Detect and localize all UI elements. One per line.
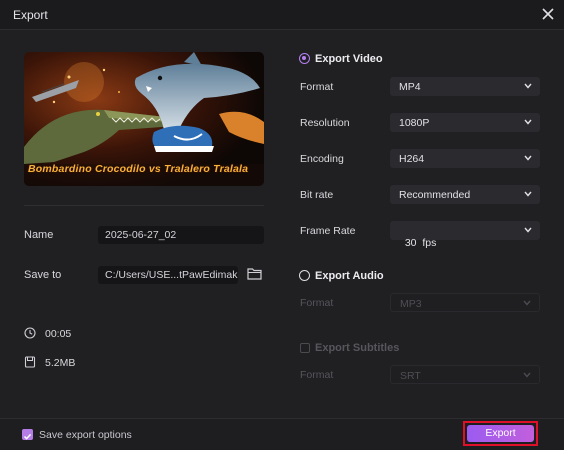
name-input[interactable]: 2025-06-27_02: [98, 226, 264, 244]
encoding-label: Encoding: [300, 153, 344, 165]
chevron-down-icon: [524, 227, 532, 233]
frame-rate-select[interactable]: 30 fps: [390, 221, 540, 249]
frame-rate-label: Frame Rate: [300, 225, 356, 237]
audio-format-value: MP3: [400, 298, 422, 310]
left-divider: [24, 205, 264, 206]
frame-rate-value: 30 fps: [404, 237, 437, 249]
export-video-heading: Export Video: [315, 53, 383, 65]
title-bar: Export: [0, 0, 564, 30]
export-subtitles-heading: Export Subtitles: [315, 342, 400, 354]
export-subtitles-checkbox[interactable]: [300, 343, 310, 353]
chevron-down-icon: [524, 119, 532, 125]
video-preview: Bombardino Crocodilo vs Tralalero Tralal…: [24, 52, 264, 186]
format-select[interactable]: MP4: [390, 77, 540, 96]
file-size-text: 5.2MB: [45, 357, 76, 369]
save-to-label: Save to: [24, 269, 62, 281]
bitrate-label: Bit rate: [300, 189, 334, 201]
file-size-icon: [24, 356, 36, 368]
chevron-down-icon: [524, 155, 532, 161]
subtitles-format-value: SRT: [400, 370, 421, 382]
audio-format-select: MP3: [390, 293, 540, 312]
chevron-down-icon: [524, 191, 532, 197]
chevron-down-icon: [523, 300, 531, 306]
export-button[interactable]: Export: [467, 425, 534, 442]
resolution-value: 1080P: [399, 117, 430, 129]
chevron-down-icon: [524, 83, 532, 89]
subtitles-format-label: Format: [300, 369, 334, 381]
encoding-select[interactable]: H264: [390, 149, 540, 168]
export-audio-heading: Export Audio: [315, 270, 384, 282]
preview-caption: Bombardino Crocodilo vs Tralalero Tralal…: [28, 163, 249, 175]
chevron-down-icon: [523, 372, 531, 378]
name-label: Name: [24, 229, 54, 241]
duration-text: 00:05: [45, 328, 72, 340]
encoding-value: H264: [399, 153, 425, 165]
clock-icon: [24, 327, 36, 339]
save-options-checkbox[interactable]: [22, 429, 33, 440]
folder-icon[interactable]: [247, 267, 262, 280]
save-path-input[interactable]: C:/Users/USE...tPawEdimakor: [98, 266, 238, 284]
resolution-label: Resolution: [300, 117, 350, 129]
dialog-title: Export: [13, 8, 48, 22]
audio-format-label: Format: [300, 297, 334, 309]
subtitles-format-select: SRT: [390, 365, 540, 384]
resolution-select[interactable]: 1080P: [390, 113, 540, 132]
bitrate-select[interactable]: Recommended: [390, 185, 540, 204]
format-label: Format: [300, 81, 334, 93]
export-audio-radio[interactable]: [299, 270, 310, 281]
bitrate-value: Recommended: [399, 189, 471, 201]
checkmark-icon: [23, 433, 32, 440]
export-video-radio[interactable]: [299, 53, 310, 64]
format-value: MP4: [399, 81, 421, 93]
save-options-label: Save export options: [39, 429, 132, 441]
close-icon[interactable]: [540, 6, 556, 22]
